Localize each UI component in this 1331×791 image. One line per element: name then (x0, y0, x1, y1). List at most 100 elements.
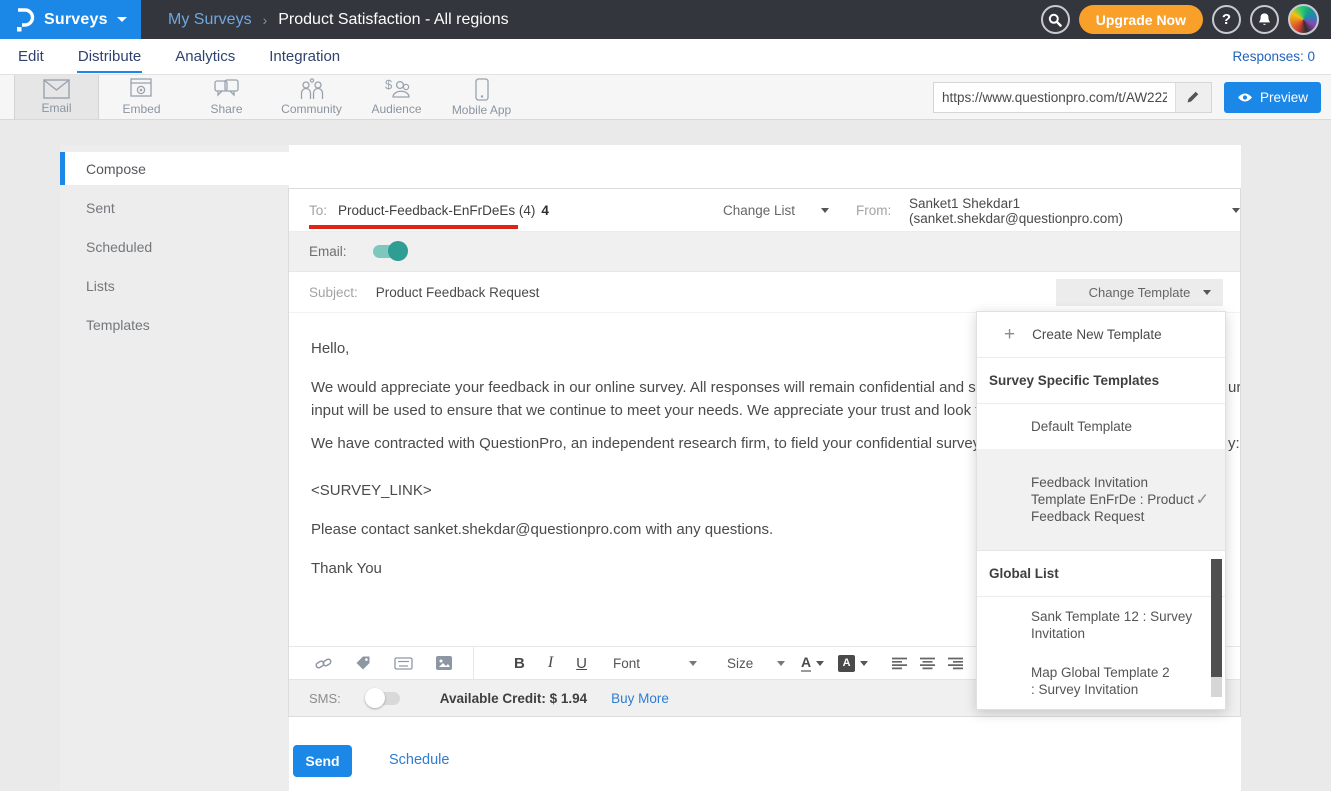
italic-button[interactable]: I (548, 654, 553, 672)
sms-toggle[interactable] (367, 692, 400, 705)
recipient-underline (309, 225, 518, 229)
bold-button[interactable]: B (514, 655, 525, 672)
body-clipped-text: y: (1228, 432, 1240, 455)
highlight-color-button[interactable]: A (838, 655, 868, 672)
recipient-list-name[interactable]: Product-Feedback-EnFrDeEs (4) (338, 203, 535, 218)
available-credit: Available Credit: $ 1.94 (440, 691, 587, 706)
keyboard-icon (394, 657, 413, 670)
subject-label: Subject: (309, 285, 358, 300)
align-right-icon (948, 657, 963, 670)
sidebar-item-templates[interactable]: Templates (60, 308, 289, 341)
change-template-button[interactable]: Change Template (1056, 279, 1223, 306)
buy-more-link[interactable]: Buy More (611, 691, 669, 706)
insert-link-button[interactable] (315, 656, 332, 671)
help-icon: ? (1222, 11, 1231, 28)
subject-value[interactable]: Product Feedback Request (376, 285, 540, 300)
email-label: Email: (309, 244, 347, 259)
distribute-channel-toolbar: Email Embed Share (0, 75, 1331, 120)
tab-integration[interactable]: Integration (268, 40, 341, 73)
channel-tab-email[interactable]: Email (14, 75, 99, 119)
template-item-test-global-g[interactable]: Test Global Test G : Test PAA G (977, 709, 1225, 710)
dropdown-scrollbar-thumb[interactable] (1211, 559, 1222, 677)
breadcrumb-my-surveys[interactable]: My Surveys (168, 11, 252, 29)
tab-distribute[interactable]: Distribute (77, 40, 142, 73)
sidebar-item-scheduled[interactable]: Scheduled (60, 230, 289, 263)
from-sender-dropdown[interactable]: Sanket1 Shekdar1 (sanket.shekdar@questio… (909, 189, 1240, 232)
to-label: To: (309, 203, 327, 218)
template-item-default[interactable]: Default Template (977, 404, 1225, 449)
responses-count[interactable]: Responses: 0 (1232, 49, 1315, 64)
font-size-select[interactable]: Size (727, 656, 777, 671)
channel-label: Share (210, 102, 242, 116)
template-item-sank-12[interactable]: Sank Template 12 : Survey Invitation (977, 597, 1225, 653)
chevron-down-icon (1203, 290, 1211, 295)
editor-format-group: B I U (514, 654, 587, 672)
channel-label: Audience (371, 102, 421, 116)
sidebar-item-compose[interactable]: Compose (60, 152, 289, 185)
keyboard-button[interactable] (394, 657, 413, 670)
pencil-icon (1186, 90, 1200, 104)
help-button[interactable]: ? (1212, 5, 1241, 34)
insert-image-button[interactable] (436, 656, 452, 670)
align-center-button[interactable] (920, 657, 935, 670)
global-list-header: Global List (977, 551, 1225, 597)
merge-tag-button[interactable] (355, 655, 371, 671)
channel-tab-mobile-app[interactable]: Mobile App (439, 75, 524, 119)
chevron-down-icon (777, 661, 785, 666)
envelope-icon (43, 79, 70, 99)
sidebar-item-lists[interactable]: Lists (60, 269, 289, 302)
questionpro-logo-icon (13, 7, 35, 33)
channel-tab-community[interactable]: Community (269, 75, 354, 119)
tab-edit[interactable]: Edit (17, 40, 45, 73)
avatar[interactable] (1288, 4, 1319, 35)
from-sender-value: Sanket1 Shekdar1 (sanket.shekdar@questio… (909, 196, 1218, 226)
sidebar-item-sent[interactable]: Sent (60, 191, 289, 224)
recipient-row: To: Product-Feedback-EnFrDeEs (4) 4 Chan… (289, 189, 1240, 232)
template-item-label: Feedback Invitation Template EnFrDe : Pr… (1031, 475, 1194, 524)
product-switcher[interactable]: Surveys (0, 0, 141, 39)
edit-url-button[interactable] (1175, 83, 1211, 112)
send-button[interactable]: Send (293, 745, 352, 777)
notifications-button[interactable] (1250, 5, 1279, 34)
tab-analytics[interactable]: Analytics (174, 40, 236, 73)
change-list-dropdown[interactable]: Change List (723, 189, 829, 232)
underline-button[interactable]: U (576, 655, 587, 672)
chevron-down-icon (816, 661, 824, 666)
text-color-button[interactable]: A (801, 655, 824, 672)
email-toggle[interactable] (373, 245, 406, 258)
plus-icon: + (1004, 326, 1015, 343)
questionpro-distribute-page: Surveys My Surveys › Product Satisfactio… (0, 0, 1331, 791)
mobile-phone-icon (475, 78, 489, 101)
font-select-label: Font (613, 656, 640, 671)
compose-sidebar: Compose Sent Scheduled Lists Templates (60, 145, 289, 791)
channel-label: Embed (122, 102, 160, 116)
preview-button[interactable]: Preview (1224, 82, 1321, 113)
chevron-down-icon (689, 661, 697, 666)
body-clipped-text: ur (1228, 376, 1240, 399)
channel-tab-audience[interactable]: $ Audience (354, 75, 439, 119)
image-icon (436, 656, 452, 670)
survey-url-input[interactable] (934, 83, 1175, 112)
template-item-map-global-2[interactable]: Map Global Template 2 : Survey Invitatio… (977, 653, 1225, 709)
bell-icon (1257, 12, 1272, 27)
channel-tab-embed[interactable]: Embed (99, 75, 184, 119)
paid-audience-icon: $ (383, 78, 411, 100)
create-new-template-item[interactable]: + Create New Template (977, 312, 1225, 358)
channel-label: Email (41, 101, 71, 115)
breadcrumb-separator: › (263, 12, 268, 28)
align-left-button[interactable] (892, 657, 907, 670)
chevron-down-icon (860, 661, 868, 666)
survey-url-group (933, 82, 1212, 113)
align-right-button[interactable] (948, 657, 963, 670)
channel-tab-share[interactable]: Share (184, 75, 269, 119)
schedule-link[interactable]: Schedule (389, 752, 449, 768)
toolbar-divider (473, 647, 474, 680)
font-family-select[interactable]: Font (613, 656, 697, 671)
from-label: From: (856, 203, 891, 218)
sms-label: SMS: (309, 691, 341, 706)
upgrade-now-button[interactable]: Upgrade Now (1079, 5, 1203, 34)
tag-icon (355, 655, 371, 671)
create-new-template-label: Create New Template (1032, 325, 1162, 344)
search-button[interactable] (1041, 5, 1070, 34)
template-item-feedback-invitation[interactable]: Feedback Invitation Template EnFrDe : Pr… (977, 449, 1225, 551)
